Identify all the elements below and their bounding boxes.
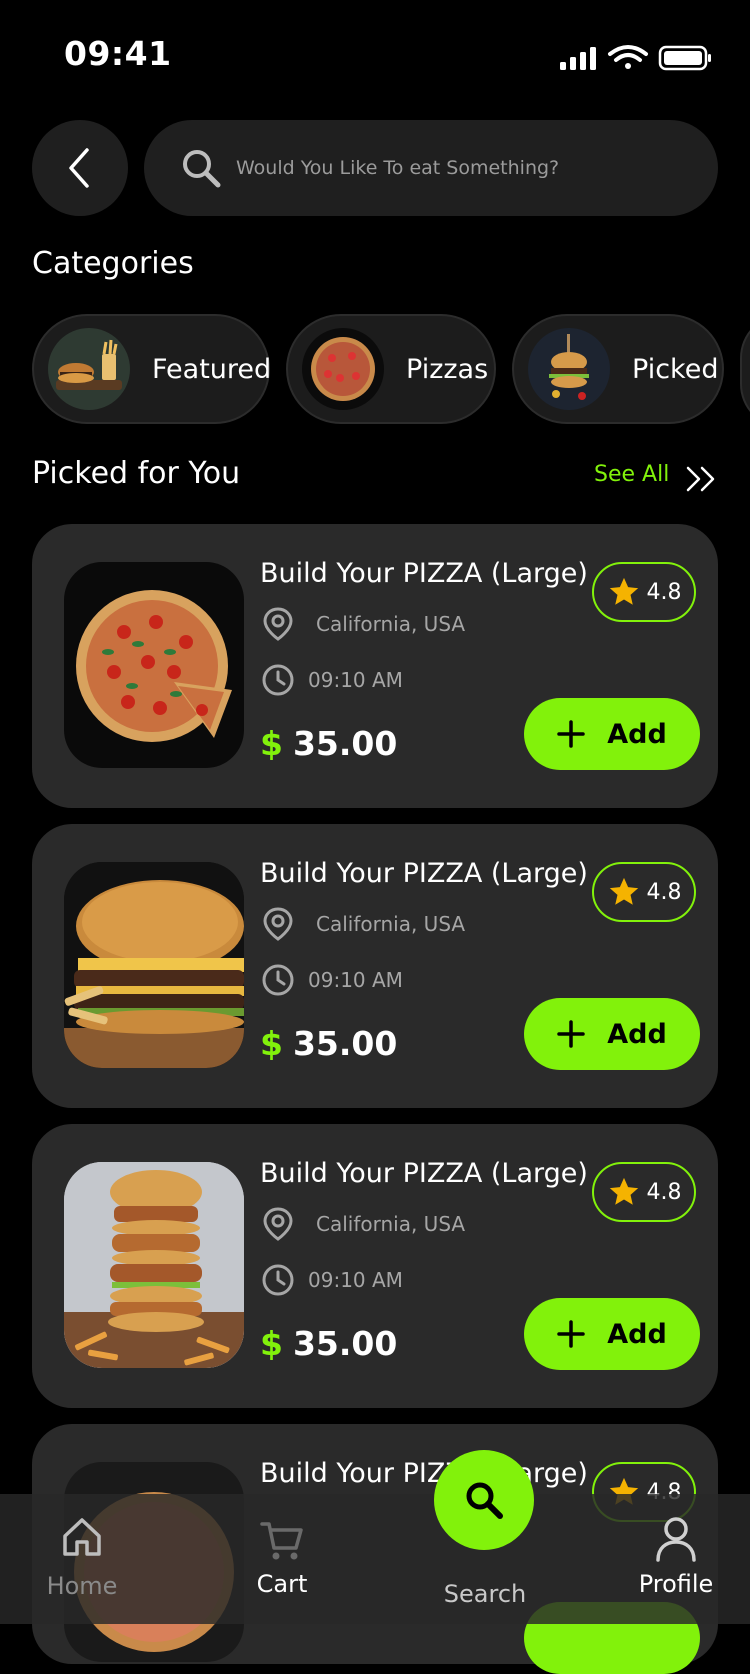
price-value: 35.00 <box>292 1324 398 1363</box>
home-icon <box>63 1518 101 1556</box>
clock-icon <box>262 664 294 696</box>
food-card[interactable]: Build Your PIZZA (Large) California, USA… <box>32 524 718 808</box>
category-next-partial[interactable] <box>740 314 750 428</box>
food-title: Build Your PIZZA (Large) <box>260 1158 588 1189</box>
search-bar[interactable]: Would You Like To eat Something? <box>144 120 718 216</box>
bottom-nav: Home Cart Search Profile <box>0 1494 750 1624</box>
star-icon <box>609 877 638 905</box>
chevron-left-icon <box>69 148 89 188</box>
nav-search-button[interactable] <box>434 1450 534 1550</box>
pizza-thumbnail <box>302 328 384 410</box>
rating-badge: 4.8 <box>592 562 696 622</box>
time-row: 09:10 AM <box>260 1262 403 1298</box>
currency-symbol: $ <box>260 1024 283 1063</box>
location-row: California, USA <box>260 906 465 942</box>
currency-symbol: $ <box>260 1324 283 1363</box>
location-text: California, USA <box>316 912 466 936</box>
price: $35.00 <box>260 724 397 763</box>
category-picked[interactable]: Picked <box>512 314 724 424</box>
status-time: 09:41 <box>64 34 172 73</box>
add-label: Add <box>607 1318 667 1350</box>
time-text: 09:10 AM <box>308 968 403 992</box>
nav-search-label-wrap: Search <box>440 1580 530 1608</box>
search-placeholder: Would You Like To eat Something? <box>236 157 560 179</box>
price: $35.00 <box>260 1024 397 1063</box>
nav-cart-label: Cart <box>256 1570 308 1598</box>
category-pizzas[interactable]: Pizzas <box>286 314 496 424</box>
double-chevron-right-icon[interactable] <box>684 464 718 498</box>
category-label: Featured <box>152 353 272 385</box>
rating-value: 4.8 <box>646 579 682 605</box>
profile-icon <box>656 1517 696 1562</box>
burger-image <box>64 862 244 1068</box>
time-text: 09:10 AM <box>308 1268 403 1292</box>
location-text: California, USA <box>316 612 466 636</box>
location-pin-icon <box>263 907 293 941</box>
price-value: 35.00 <box>292 1024 398 1063</box>
picked-thumbnail <box>528 328 610 410</box>
rating-badge: 4.8 <box>592 862 696 922</box>
plus-icon <box>557 1020 585 1048</box>
nav-home[interactable]: Home <box>46 1514 118 1600</box>
nav-profile[interactable]: Profile <box>636 1516 716 1598</box>
clock-icon <box>262 1264 294 1296</box>
location-pin-icon <box>263 607 293 641</box>
rating-value: 4.8 <box>646 879 682 905</box>
search-icon <box>183 150 221 188</box>
category-label: Picked <box>632 353 719 385</box>
nav-search-label: Search <box>443 1580 527 1608</box>
food-card[interactable]: Build Your PIZZA (Large) California, USA… <box>32 1124 718 1408</box>
signal-icon <box>560 47 596 70</box>
categories-title: Categories <box>32 246 194 281</box>
time-row: 09:10 AM <box>260 962 403 998</box>
add-label: Add <box>607 1018 667 1050</box>
add-button[interactable]: Add <box>524 1298 700 1370</box>
cart-icon <box>260 1522 303 1560</box>
nav-cart[interactable]: Cart <box>252 1520 312 1598</box>
star-icon <box>609 1177 638 1205</box>
battery-icon <box>658 45 711 71</box>
time-row: 09:10 AM <box>260 662 403 698</box>
add-button[interactable]: Add <box>524 698 700 770</box>
food-title: Build Your PIZZA (Large) <box>260 558 588 589</box>
star-icon <box>609 577 638 605</box>
back-button[interactable] <box>32 120 128 216</box>
location-pin-icon <box>263 1207 293 1241</box>
pizza-image <box>64 562 244 768</box>
rating-badge: 4.8 <box>592 1162 696 1222</box>
food-title: Build Your PIZZA (Large) <box>260 1458 588 1489</box>
price-value: 35.00 <box>292 724 398 763</box>
currency-symbol: $ <box>260 724 283 763</box>
add-label: Add <box>607 718 667 750</box>
category-label: Pizzas <box>406 353 489 385</box>
time-text: 09:10 AM <box>308 668 403 692</box>
nav-home-label: Home <box>46 1572 118 1600</box>
stacked-burger-image <box>64 1162 244 1368</box>
location-row: California, USA <box>260 1206 465 1242</box>
plus-icon <box>557 720 585 748</box>
location-row: California, USA <box>260 606 465 642</box>
clock-icon <box>262 964 294 996</box>
picked-title: Picked for You <box>32 456 241 491</box>
rating-value: 4.8 <box>646 1179 682 1205</box>
status-icons <box>558 44 714 76</box>
food-card[interactable]: Build Your PIZZA (Large) California, USA… <box>32 824 718 1108</box>
wifi-icon <box>608 45 648 69</box>
add-button[interactable]: Add <box>524 998 700 1070</box>
plus-icon <box>557 1320 585 1348</box>
location-text: California, USA <box>316 1212 466 1236</box>
food-title: Build Your PIZZA (Large) <box>260 858 588 889</box>
see-all-link[interactable]: See All <box>594 462 669 487</box>
search-icon <box>466 1482 503 1519</box>
nav-profile-label: Profile <box>638 1570 714 1598</box>
price: $35.00 <box>260 1324 397 1363</box>
featured-thumbnail <box>48 328 130 410</box>
category-featured[interactable]: Featured <box>32 314 272 424</box>
